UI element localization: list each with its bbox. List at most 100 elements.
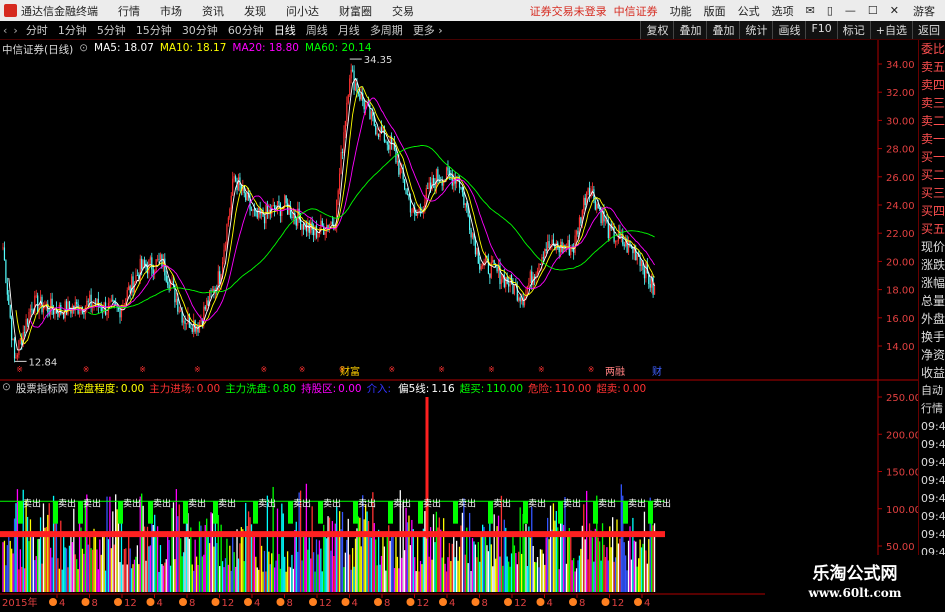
sidebar-item[interactable]: 买四 xyxy=(919,202,945,220)
period-more[interactable]: 更多 › xyxy=(408,22,448,38)
period-day[interactable]: 日线 xyxy=(269,22,301,38)
menu-hangqing[interactable]: 行情 xyxy=(108,3,150,19)
tool-biaoji[interactable]: 标记 xyxy=(836,21,870,39)
nav-forward-icon[interactable]: › xyxy=(10,24,20,37)
sidebar-item[interactable]: 收益 xyxy=(919,364,945,382)
tool-tongji[interactable]: 统计 xyxy=(739,21,773,39)
sidebar-item[interactable]: 卖一 xyxy=(919,130,945,148)
tool-f10[interactable]: F10 xyxy=(805,21,837,39)
sidebar-item[interactable]: 委比 xyxy=(919,40,945,58)
candle-body xyxy=(151,257,153,270)
candle-body xyxy=(359,93,361,100)
x-tick-label: 8 xyxy=(482,598,488,609)
maximize-icon[interactable]: ☐ xyxy=(862,4,884,17)
menu-xuanxiang[interactable]: 选项 xyxy=(766,3,800,19)
sidebar-item[interactable]: 买三 xyxy=(919,184,945,202)
sidebar-item[interactable]: 09:47 xyxy=(919,472,945,490)
message-icon[interactable]: ✉ xyxy=(800,4,821,17)
sidebar-item[interactable]: 卖五 xyxy=(919,58,945,76)
chart-area[interactable]: 34.00 32.00 30.00 28.00 26.00 24.00 22.00 20.00… xyxy=(0,40,921,612)
tool-fanhui[interactable]: 返回 xyxy=(912,21,945,39)
event-marker: ※ xyxy=(388,365,395,374)
sidebar-item[interactable]: 自动 xyxy=(919,382,945,400)
sidebar-item[interactable]: 涨幅 xyxy=(919,274,945,292)
minimize-icon[interactable]: — xyxy=(839,4,862,17)
menu-caifuquan[interactable]: 财富圈 xyxy=(329,3,382,19)
sidebar-item[interactable]: 行情 xyxy=(919,400,945,418)
tool-zixuan[interactable]: +自选 xyxy=(869,21,912,39)
indicator-item-value: 0.80 xyxy=(272,383,297,395)
tool-diejia-2[interactable]: 叠加 xyxy=(706,21,740,39)
sidebar-item[interactable]: 涨跌 xyxy=(919,256,945,274)
sidebar-item[interactable]: 买一 xyxy=(919,148,945,166)
sidebar-item[interactable]: 换手 xyxy=(919,328,945,346)
phone-icon[interactable]: ▯ xyxy=(821,4,839,17)
candle-body xyxy=(380,127,383,132)
period-30min[interactable]: 30分钟 xyxy=(177,22,223,38)
x-event-dot xyxy=(601,598,610,606)
candle-body xyxy=(357,91,359,94)
period-5min[interactable]: 5分钟 xyxy=(92,22,131,38)
sidebar-item[interactable]: 卖三 xyxy=(919,94,945,112)
period-15min[interactable]: 15分钟 xyxy=(131,22,177,38)
period-month[interactable]: 月线 xyxy=(333,22,365,38)
nav-back-icon[interactable]: ‹ xyxy=(0,24,10,37)
candle-body xyxy=(227,217,229,225)
period-1min[interactable]: 1分钟 xyxy=(53,22,92,38)
period-60min[interactable]: 60分钟 xyxy=(223,22,269,38)
period-week[interactable]: 周线 xyxy=(301,22,333,38)
candle-body xyxy=(480,266,482,270)
sidebar-item[interactable]: 卖二 xyxy=(919,112,945,130)
candle-body xyxy=(350,69,352,79)
sidebar-item[interactable]: 09:47 xyxy=(919,454,945,472)
candle-body xyxy=(152,269,154,274)
menu-jiaoyi[interactable]: 交易 xyxy=(382,3,424,19)
menu-gongneng[interactable]: 功能 xyxy=(664,3,698,19)
sidebar-item[interactable]: 09:47 xyxy=(919,508,945,526)
candle-body xyxy=(623,244,625,247)
tool-huaxian[interactable]: 画线 xyxy=(772,21,806,39)
indicator-item-label: 主力洗盘: xyxy=(225,383,271,395)
sidebar-item[interactable]: 净资 xyxy=(919,346,945,364)
candle-body xyxy=(83,313,85,315)
sidebar-item[interactable]: 买二 xyxy=(919,166,945,184)
sidebar-item[interactable]: 买五 xyxy=(919,220,945,238)
x-event-dot xyxy=(536,598,545,606)
tool-diejia[interactable]: 叠加 xyxy=(673,21,707,39)
price-tick-label: 22.00 xyxy=(886,229,915,240)
sidebar-item[interactable]: 总量 xyxy=(919,292,945,310)
sidebar-item[interactable]: 09:47 xyxy=(919,490,945,508)
sidebar-item[interactable]: 现价 xyxy=(919,238,945,256)
tool-fuquan[interactable]: 复权 xyxy=(640,21,674,39)
sidebar-item[interactable]: 09:47 xyxy=(919,436,945,454)
sidebar-item[interactable]: 卖四 xyxy=(919,76,945,94)
menu-zixun[interactable]: 资讯 xyxy=(192,3,234,19)
close-icon[interactable]: ✕ xyxy=(884,4,905,17)
sidebar-item[interactable]: 09:47 xyxy=(919,526,945,544)
menu-shichang[interactable]: 市场 xyxy=(150,3,192,19)
sell-label: 卖出 xyxy=(293,498,311,510)
candle-body xyxy=(469,216,471,230)
candle-body xyxy=(406,194,409,195)
sidebar-item[interactable]: 09:47 xyxy=(919,418,945,436)
guest-label[interactable]: 游客 xyxy=(913,3,935,19)
kline-chart[interactable]: 34.00 32.00 30.00 28.00 26.00 24.00 22.00 20.00… xyxy=(0,40,921,609)
menu-banmian[interactable]: 版面 xyxy=(698,3,732,19)
indicator-title[interactable]: 股票指标网 xyxy=(16,381,69,395)
period-multi[interactable]: 多周期 xyxy=(365,22,408,38)
menu-wenxiaoda[interactable]: 问小达 xyxy=(276,3,329,19)
candle-body xyxy=(42,308,45,313)
candle-body xyxy=(509,275,511,287)
ma60-value: MA60: 20.14 xyxy=(304,42,372,54)
menu-faxian[interactable]: 发现 xyxy=(234,3,276,19)
candle-body xyxy=(31,308,33,311)
trade-login-status[interactable]: 证券交易未登录 中信证券 xyxy=(530,3,658,19)
sidebar-item[interactable]: 外盘 xyxy=(919,310,945,328)
candle-body xyxy=(432,178,435,184)
period-fenshi[interactable]: 分时 xyxy=(21,22,53,38)
menu-gongshi[interactable]: 公式 xyxy=(732,3,766,19)
legend-settings-icon[interactable]: ⊙ xyxy=(79,42,88,56)
candle-body xyxy=(2,247,4,249)
x-event-dot xyxy=(341,598,350,606)
indicator-settings-icon[interactable]: ⊙ xyxy=(2,381,11,395)
